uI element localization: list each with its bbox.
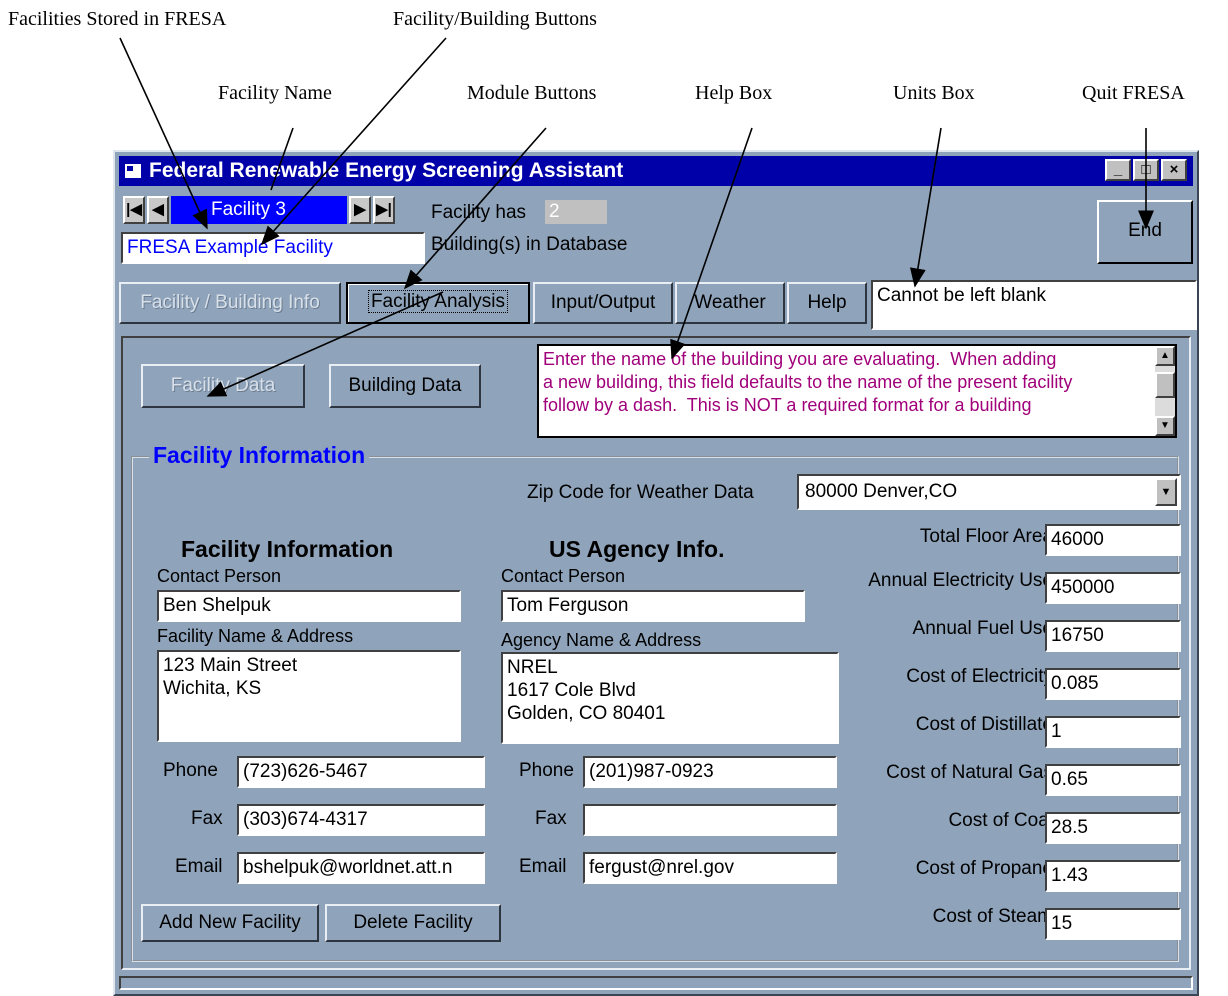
annotation-units-box: Units Box [893,82,975,104]
tab-input-output[interactable]: Input/Output [533,282,673,324]
title-bar: Federal Renewable Energy Screening Assis… [119,156,1193,186]
tab-facility-building-info[interactable]: Facility / Building Info [119,282,341,324]
facility-phone-label: Phone [163,760,218,781]
agency-phone-label: Phone [519,760,574,781]
facility-address-label: Facility Name & Address [157,626,354,646]
facility-has-label: Facility has [431,202,527,223]
metric-label: Cost of Coal [948,810,1053,831]
help-text: Enter the name of the building you are e… [543,349,1073,415]
scroll-thumb[interactable] [1155,372,1175,398]
facility-data-button[interactable]: Facility Data [141,364,305,408]
tab-weather[interactable]: Weather [675,282,785,324]
annotation-help-box: Help Box [695,82,773,104]
end-button[interactable]: End [1097,200,1193,264]
building-data-button[interactable]: Building Data [329,364,481,408]
metric-label: Annual Electricity Use [868,570,1053,591]
metric-label: Total Floor Area [919,526,1053,547]
agency-fax-field[interactable] [583,804,837,836]
facility-email-field[interactable]: bshelpuk@worldnet.att.n [237,852,485,884]
minimize-button[interactable]: _ [1105,159,1131,181]
last-record-button[interactable]: ▶| [373,196,395,224]
annotation-facility-name: Facility Name [218,82,332,104]
tab-facility-analysis-label: Facility Analysis [367,290,509,313]
agency-email-field[interactable]: fergust@nrel.gov [583,852,837,884]
metric-field[interactable]: 28.5 [1045,812,1181,844]
fresa-window: Federal Renewable Energy Screening Assis… [113,150,1199,996]
annotation-facility-building-buttons: Facility/Building Buttons [393,8,597,30]
add-new-facility-button[interactable]: Add New Facility [141,904,319,942]
metric-label: Cost of Electricity [906,666,1053,687]
zip-code-dropdown[interactable]: 80000 Denver,CO ▼ [797,474,1181,510]
analysis-panel: Facility Data Building Data Enter the na… [121,336,1191,970]
metric-label: Cost of Natural Gas [886,762,1053,783]
units-box: Cannot be left blank [871,280,1197,330]
first-record-button[interactable]: |◀ [123,196,145,224]
delete-facility-button[interactable]: Delete Facility [325,904,501,942]
annotation-quit-fresa: Quit FRESA [1082,82,1185,104]
zip-code-value: 80000 Denver,CO [805,481,958,502]
facility-fax-field[interactable]: (303)674-4317 [237,804,485,836]
facility-phone-field[interactable]: (723)626-5467 [237,756,485,788]
metric-field[interactable]: 1.43 [1045,860,1181,892]
metric-field[interactable]: 16750 [1045,620,1181,652]
agency-contact-field[interactable]: Tom Ferguson [501,590,805,622]
facility-contact-field[interactable]: Ben Shelpuk [157,590,461,622]
annotation-module-buttons: Module Buttons [467,82,597,104]
facility-contact-label: Contact Person [157,566,282,586]
facility-address-field[interactable]: 123 Main Street Wichita, KS [157,650,461,742]
zip-code-label: Zip Code for Weather Data [527,482,754,503]
metric-field[interactable]: 46000 [1045,524,1181,556]
metric-field[interactable]: 0.65 [1045,764,1181,796]
agency-contact-label: Contact Person [501,566,626,586]
status-bar [119,976,1193,990]
facility-fax-label: Fax [191,808,223,829]
metric-field[interactable]: 1 [1045,716,1181,748]
chevron-down-icon[interactable]: ▼ [1155,478,1177,506]
prev-record-button[interactable]: ◀ [147,196,169,224]
scroll-up-icon[interactable]: ▲ [1155,346,1175,366]
agency-phone-field[interactable]: (201)987-0923 [583,756,837,788]
maximize-button[interactable]: □ [1133,159,1159,181]
agency-email-label: Email [519,856,567,877]
building-count-field: 2 [545,200,607,224]
agency-info-heading: US Agency Info. [549,536,725,562]
tab-facility-analysis[interactable]: Facility Analysis [346,282,530,324]
agency-fax-label: Fax [535,808,567,829]
metric-field[interactable]: 450000 [1045,572,1181,604]
annotation-facilities-stored: Facilities Stored in FRESA [8,8,227,30]
facility-info-heading: Facility Information [181,536,394,562]
app-icon [125,164,141,179]
metric-label: Cost of Distillate [915,714,1053,735]
next-record-button[interactable]: ▶ [349,196,371,224]
agency-address-field[interactable]: NREL 1617 Cole Blvd Golden, CO 80401 [501,652,839,744]
group-title: Facility Information [149,442,370,469]
facility-record-indicator: Facility 3 [171,196,347,224]
metric-label: Annual Fuel Use [912,618,1053,639]
metric-label: Cost of Propane [915,858,1053,879]
tab-help[interactable]: Help [787,282,867,324]
help-scrollbar[interactable]: ▲ ▼ [1155,346,1175,436]
metric-field[interactable]: 15 [1045,908,1181,940]
metric-field[interactable]: 0.085 [1045,668,1181,700]
facility-name-field[interactable]: FRESA Example Facility [121,232,425,264]
scroll-down-icon[interactable]: ▼ [1155,416,1175,436]
close-button[interactable]: × [1161,159,1187,181]
metric-label: Cost of Steam [932,906,1053,927]
facility-email-label: Email [175,856,223,877]
window-title: Federal Renewable Energy Screening Assis… [149,159,624,182]
help-box: Enter the name of the building you are e… [537,344,1177,438]
agency-address-label: Agency Name & Address [501,630,702,650]
buildings-in-database-label: Building(s) in Database [431,234,628,255]
